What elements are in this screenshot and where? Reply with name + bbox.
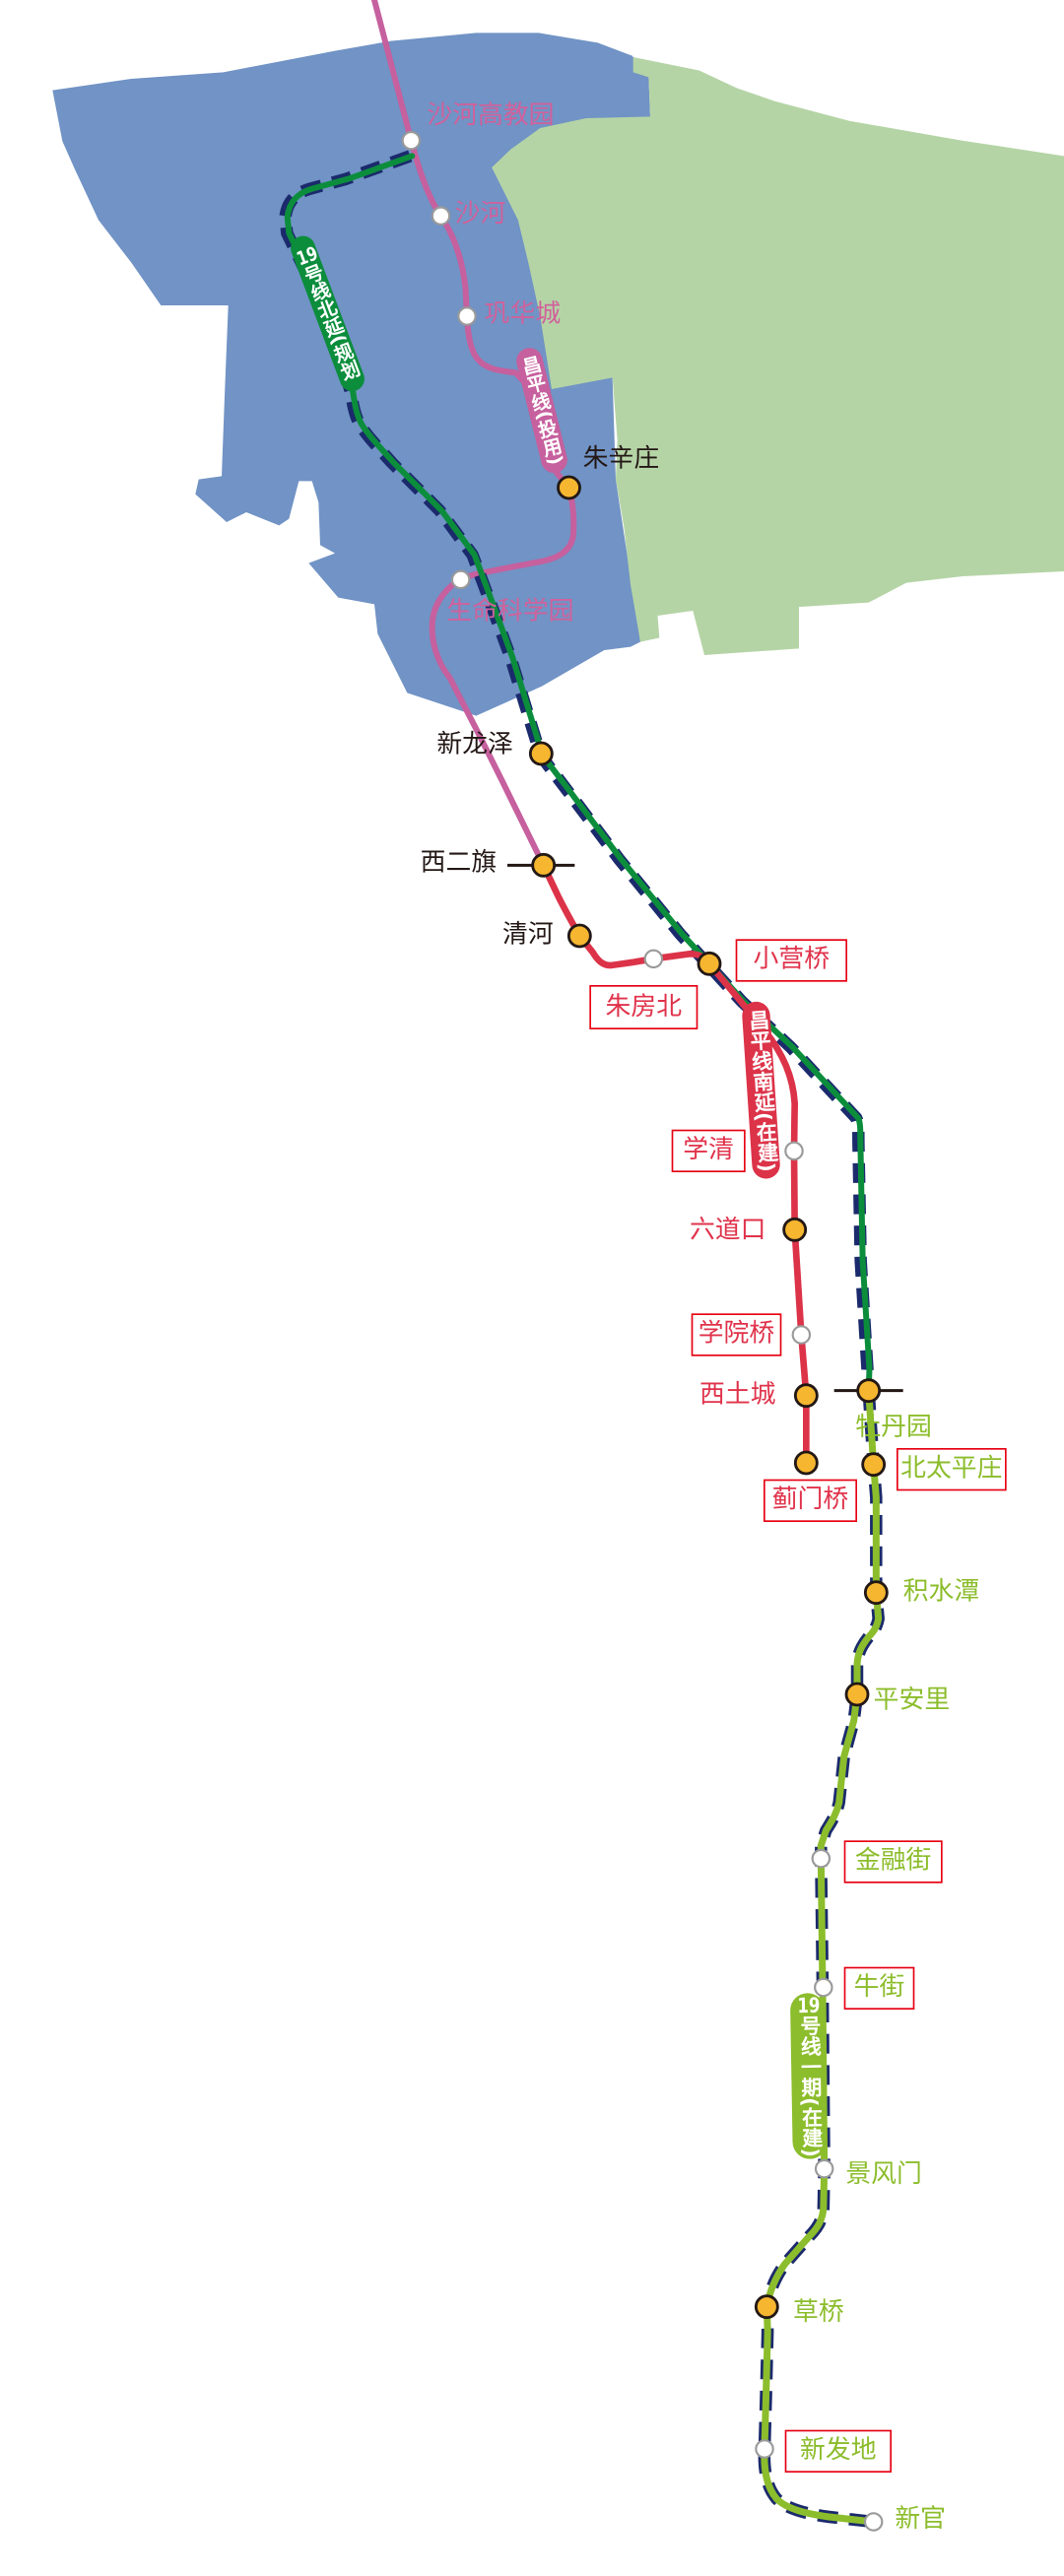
station-marker-xinfadi [755, 2439, 774, 2459]
station-label-shengming-kexueyuan: 生命科学园 [446, 596, 574, 626]
station-label-box-beitaipingzhuang: 北太平庄 [897, 1448, 1007, 1491]
station-marker-xierqi [531, 852, 557, 878]
station-label-shahe: 沙河 [454, 198, 506, 229]
station-marker-gonghuacheng [457, 306, 477, 326]
station-marker-liudaokou [782, 1217, 808, 1242]
station-label-box-jimenqiao: 蓟门桥 [764, 1479, 858, 1523]
station-label-pinganli: 平安里 [873, 1684, 951, 1715]
station-label-mudanyuan: 牡丹园 [855, 1412, 932, 1442]
station-marker-caoqiao [754, 2294, 779, 2320]
station-label-box-xueqing: 学清 [671, 1129, 746, 1172]
station-marker-layer [401, 130, 903, 2532]
station-marker-zhufangbei [643, 949, 664, 969]
station-marker-jishuitan [863, 1580, 889, 1606]
station-marker-beitaipingzhuang [861, 1452, 887, 1478]
station-marker-xinlongze [528, 741, 554, 766]
station-marker-shahe [431, 206, 451, 226]
station-marker-xiaoyingqiao [697, 951, 722, 976]
station-label-xinfadi: 新发地 [800, 2435, 877, 2466]
station-label-jingfengmen: 景风门 [845, 2158, 922, 2189]
station-label-zhufangbei: 朱房北 [605, 991, 683, 1022]
station-label-box-xinfadi: 新发地 [784, 2429, 893, 2473]
station-label-jishuitan: 积水潭 [902, 1576, 980, 1607]
station-label-xiaoyingqiao: 小营桥 [753, 944, 831, 974]
station-label-caoqiao: 草桥 [793, 2296, 844, 2327]
station-marker-pinganli [844, 1682, 870, 1707]
station-label-gonghuacheng: 巩华城 [484, 298, 562, 329]
station-label-zhuxinzhuang: 朱辛庄 [582, 443, 660, 474]
station-marker-jimenqiao [793, 1450, 819, 1476]
station-marker-xinguan [863, 2512, 884, 2532]
station-label-shahe-gaojiaoyuan: 沙河高教园 [427, 99, 555, 130]
station-marker-qinghe [566, 923, 592, 949]
station-label-qinghe: 清河 [502, 919, 554, 950]
station-marker-mudanyuan [856, 1378, 882, 1404]
station-label-jimenqiao: 蓟门桥 [771, 1485, 849, 1515]
station-label-liudaokou: 六道口 [690, 1215, 766, 1245]
station-label-xueqing: 学清 [683, 1135, 735, 1165]
station-label-box-niujie: 牛街 [843, 1966, 915, 2011]
station-label-xierqi: 西二旗 [420, 847, 498, 878]
station-marker-shahe-gaojiaoyuan [401, 130, 422, 151]
station-label-jinrongjie: 金融街 [854, 1845, 932, 1876]
station-marker-niujie [814, 1977, 833, 1998]
station-label-box-xiaoyingqiao: 小营桥 [735, 939, 848, 982]
station-marker-zhuxinzhuang [557, 475, 581, 500]
metro-route-map: 19号线北延(规划 昌平线(投用) 昌平线南延(在建) 19号线一期(在建) 沙… [0, 0, 1064, 2576]
station-marker-xitucheng [793, 1383, 819, 1409]
station-marker-jinrongjie [811, 1848, 831, 1869]
station-label-box-jinrongjie: 金融街 [843, 1840, 943, 1883]
station-marker-shengming-kexueyuan [450, 569, 471, 590]
station-marker-xueqing [784, 1141, 804, 1161]
station-label-box-zhufangbei: 朱房北 [589, 985, 698, 1029]
station-label-xinguan: 新官 [895, 2503, 947, 2534]
station-marker-jingfengmen [814, 2158, 834, 2179]
station-label-xueyuanqiao: 学院桥 [698, 1318, 775, 1349]
map-canvas: 19号线北延(规划 昌平线(投用) 昌平线南延(在建) 19号线一期(在建) 沙… [0, 0, 1064, 2576]
station-marker-xueyuanqiao [791, 1325, 812, 1345]
station-label-xinlongze: 新龙泽 [436, 729, 513, 760]
station-label-beitaipingzhuang: 北太平庄 [900, 1453, 1003, 1484]
station-label-xitucheng: 西土城 [699, 1379, 776, 1410]
station-label-box-xueyuanqiao: 学院桥 [691, 1313, 782, 1356]
station-label-niujie: 牛街 [853, 1972, 905, 2003]
